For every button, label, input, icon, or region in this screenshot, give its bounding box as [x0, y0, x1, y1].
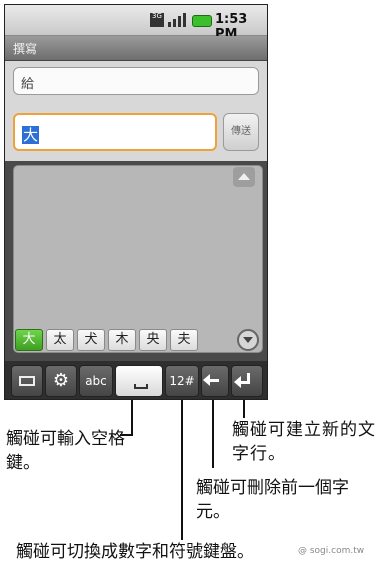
candidate-item[interactable]: 央: [139, 329, 167, 351]
enter-callout-line: [243, 400, 245, 418]
enter-callout: 觸碰可建立新的文字行。: [232, 420, 376, 464]
candidate-item[interactable]: 犬: [77, 329, 105, 351]
recipient-field[interactable]: 給: [13, 67, 259, 95]
candidate-item[interactable]: 太: [46, 329, 74, 351]
keyboard-icon: [19, 376, 35, 386]
abc-button[interactable]: abc: [79, 365, 113, 397]
gear-icon: ⚙: [52, 370, 70, 391]
numbers-symbols-key[interactable]: 12#: [165, 365, 199, 397]
delete-icon: [203, 374, 219, 386]
send-button[interactable]: 傳送: [223, 113, 259, 151]
candidate-area: 大 太 犬 木 央 夫: [5, 161, 267, 361]
battery-icon: [192, 15, 212, 27]
phone-screen: 3G 1:53 PM 撰寫 給 大 傳送 大 太 犬 木 央 夫 ⚙ abc 1…: [4, 4, 268, 400]
3g-icon: 3G: [150, 13, 164, 27]
candidate-panel: [13, 165, 263, 353]
space-callout: 觸碰可輸入空格鍵。: [6, 429, 125, 473]
app-title-bar: 撰寫: [5, 36, 267, 61]
status-bar: 3G 1:53 PM: [5, 5, 267, 42]
watermark: @ sogi.com.tw: [298, 546, 365, 556]
delete-key[interactable]: [201, 365, 229, 397]
compose-area: 給 大 傳送: [5, 61, 267, 161]
candidate-item[interactable]: 木: [108, 329, 136, 351]
keyboard-bottom-row: ⚙ abc 12#: [5, 361, 267, 399]
page-title: 撰寫: [13, 42, 38, 56]
scroll-up-icon[interactable]: [233, 167, 255, 187]
signal-icon: [168, 13, 186, 27]
keyboard-switch-button[interactable]: [11, 365, 43, 397]
space-icon: [134, 384, 148, 389]
expand-candidates-icon[interactable]: [237, 329, 259, 351]
space-callout-line: [131, 400, 133, 436]
enter-icon-arrow: [234, 376, 250, 388]
delete-callout: 觸碰可刪除前一個字元。: [196, 478, 349, 522]
candidate-item[interactable]: 大: [15, 329, 43, 351]
enter-key[interactable]: [231, 365, 263, 397]
message-text: 大: [22, 126, 40, 144]
delete-callout-line: [212, 400, 214, 468]
numsym-callout-line: [181, 400, 183, 540]
space-key[interactable]: [115, 365, 163, 397]
candidate-item[interactable]: 夫: [170, 329, 198, 351]
message-field[interactable]: 大: [13, 113, 217, 151]
settings-button[interactable]: ⚙: [45, 365, 77, 397]
